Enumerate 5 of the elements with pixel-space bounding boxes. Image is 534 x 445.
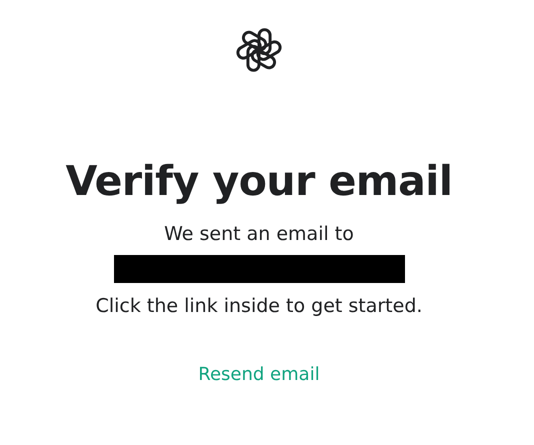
message-text: We sent an email to	[164, 222, 354, 247]
message-text: Click the link inside to get started.	[96, 294, 422, 319]
resend-email-link[interactable]: Resend email	[198, 364, 320, 385]
logo-icon	[235, 26, 283, 74]
page-heading: Verify your email	[66, 156, 452, 207]
